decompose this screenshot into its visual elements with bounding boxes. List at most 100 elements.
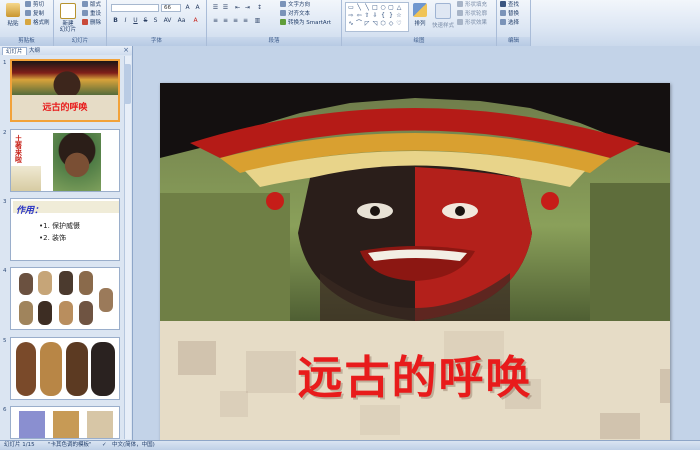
cut-button[interactable]: 剪切 <box>25 1 44 9</box>
line-spacing-button[interactable]: ↕ <box>255 4 264 12</box>
mask-image <box>16 342 36 396</box>
text-direction-button[interactable]: 文字方向 <box>280 1 310 9</box>
slide-number: 4 <box>3 268 7 274</box>
layout-button[interactable]: 版式 <box>82 1 101 9</box>
hexagon-icon: ⬡ <box>380 20 386 27</box>
new-slide-icon <box>60 3 76 19</box>
rounded-rect-icon: ▢ <box>388 4 394 11</box>
mask-image <box>19 273 33 295</box>
mask-image <box>99 288 113 312</box>
slide-thumbnail-4[interactable] <box>10 267 120 330</box>
font-name-field[interactable] <box>111 4 159 12</box>
mask-image <box>59 271 73 295</box>
grow-font-button[interactable]: A <box>183 4 192 12</box>
select-button[interactable]: 选择 <box>500 19 519 27</box>
reset-icon <box>82 10 88 16</box>
italic-button[interactable]: I <box>121 17 130 25</box>
mask-image <box>91 342 115 396</box>
quick-styles-button[interactable]: 快速样式 <box>431 2 455 32</box>
paragraph-caption: 段落 <box>207 37 341 46</box>
shape-fill-button[interactable]: 形状填充 <box>457 1 487 9</box>
slides-caption: 幻灯片 <box>54 37 106 46</box>
align-left-button[interactable]: ≡ <box>211 17 220 25</box>
char-spacing-button[interactable]: AV <box>163 17 172 25</box>
painter-label: 格式刷 <box>33 20 50 26</box>
cut-label: 剪切 <box>33 2 45 8</box>
paragraph-group: ☰ ☰ ⇤ ⇥ ↕ ≡ ≡ ≡ ≡ ▥ 文字方向 对齐文本 转换为 SmartA… <box>207 0 342 46</box>
paste-button[interactable]: 粘贴 <box>2 2 24 32</box>
align-center-button[interactable]: ≡ <box>221 17 230 25</box>
triangle-icon: △ <box>396 4 402 11</box>
select-label: 选择 <box>508 20 520 26</box>
thumb-vertical-text: 土著来啦 <box>15 135 22 164</box>
mask-image <box>53 411 79 438</box>
editing-caption: 编辑 <box>497 37 530 46</box>
binoculars-icon <box>500 1 506 7</box>
close-icon[interactable]: × <box>123 46 129 55</box>
layout-label: 版式 <box>90 2 102 8</box>
slides-group: 新建 幻灯片 版式 重设 删除 幻灯片 <box>54 0 107 46</box>
new-slide-button[interactable]: 新建 幻灯片 <box>56 2 80 33</box>
rectangle-icon: □ <box>372 4 378 11</box>
change-case-button[interactable]: Aa <box>177 17 186 25</box>
text-direction-icon <box>280 1 286 7</box>
thumb-heading: 作用： <box>16 206 44 216</box>
tab-slides[interactable]: 幻灯片 <box>2 47 27 55</box>
strikethrough-button[interactable]: S <box>141 17 150 25</box>
diamond-icon: ◇ <box>388 20 394 27</box>
slide-thumbnail-2[interactable]: 土著来啦 <box>10 129 120 192</box>
mask-image <box>38 301 52 325</box>
slide-thumbnail-6[interactable] <box>10 406 120 439</box>
slide-thumbnail-1[interactable]: 远古的呼唤 <box>10 59 120 122</box>
slide-thumbnail-5[interactable] <box>10 337 120 400</box>
mask-image <box>87 411 113 438</box>
increase-indent-button[interactable]: ⇥ <box>243 4 252 12</box>
find-button[interactable]: 查找 <box>500 1 519 9</box>
arrow-right-icon: ⇨ <box>348 12 354 19</box>
slide-title[interactable]: 远古的呼唤 <box>160 341 670 406</box>
font-size-field[interactable]: 66 <box>161 4 181 12</box>
align-right-button[interactable]: ≡ <box>231 17 240 25</box>
shapes-gallery[interactable]: ▭ ╲ ╲ □ ○ ▢ △ ⇨ ⇦ ⇧ ⇩ { } ☆ ∿ ⌒ ◸ ◹ ⬡ ◇ … <box>345 2 409 32</box>
underline-button[interactable]: U <box>131 17 140 25</box>
slide-number: 2 <box>3 130 7 136</box>
smartart-icon <box>280 19 286 25</box>
mask-image <box>40 342 62 396</box>
delete-button[interactable]: 删除 <box>82 19 101 27</box>
justify-button[interactable]: ≡ <box>241 17 250 25</box>
shape-outline-button[interactable]: 形状轮廓 <box>457 10 487 18</box>
arrange-button[interactable]: 排列 <box>410 2 430 32</box>
slide-photo <box>160 83 670 321</box>
align-text-button[interactable]: 对齐文本 <box>280 10 310 18</box>
font-color-button[interactable]: A <box>191 17 200 25</box>
numbering-button[interactable]: ☰ <box>221 4 230 12</box>
reset-button[interactable]: 重设 <box>82 10 101 18</box>
tab-outline[interactable]: 大纲 <box>26 47 43 55</box>
panel-scrollbar[interactable] <box>124 56 131 439</box>
shrink-font-button[interactable]: A <box>193 4 202 12</box>
shape-effects-button[interactable]: 形状效果 <box>457 19 487 27</box>
copy-button[interactable]: 复制 <box>25 10 44 18</box>
decor-square <box>600 413 640 439</box>
format-painter-button[interactable]: 格式刷 <box>25 19 50 27</box>
decrease-indent-button[interactable]: ⇤ <box>233 4 242 12</box>
bold-button[interactable]: B <box>111 17 120 25</box>
current-slide[interactable]: 远古的呼唤 <box>160 83 670 444</box>
curve-icon: ∿ <box>348 20 354 27</box>
font-caption: 字体 <box>107 37 206 46</box>
smartart-button[interactable]: 转换为 SmartArt <box>280 19 331 27</box>
columns-button[interactable]: ▥ <box>253 17 262 25</box>
shadow-button[interactable]: S <box>151 17 160 25</box>
mask-image <box>19 301 33 325</box>
replace-label: 替换 <box>508 11 520 17</box>
slide-thumbnail-3[interactable]: 作用： •1. 保护威慑 •2. 装饰 <box>10 198 120 261</box>
delete-icon <box>82 19 88 25</box>
bullets-button[interactable]: ☰ <box>211 4 220 12</box>
replace-button[interactable]: 替换 <box>500 10 519 18</box>
mask-image <box>59 301 73 325</box>
tribal-warrior-image <box>160 83 670 321</box>
scroll-thumb[interactable] <box>124 64 131 104</box>
brace-icon: { <box>381 12 385 19</box>
quick-styles-icon <box>435 3 451 19</box>
thumb-item: •2. 装饰 <box>39 234 67 242</box>
